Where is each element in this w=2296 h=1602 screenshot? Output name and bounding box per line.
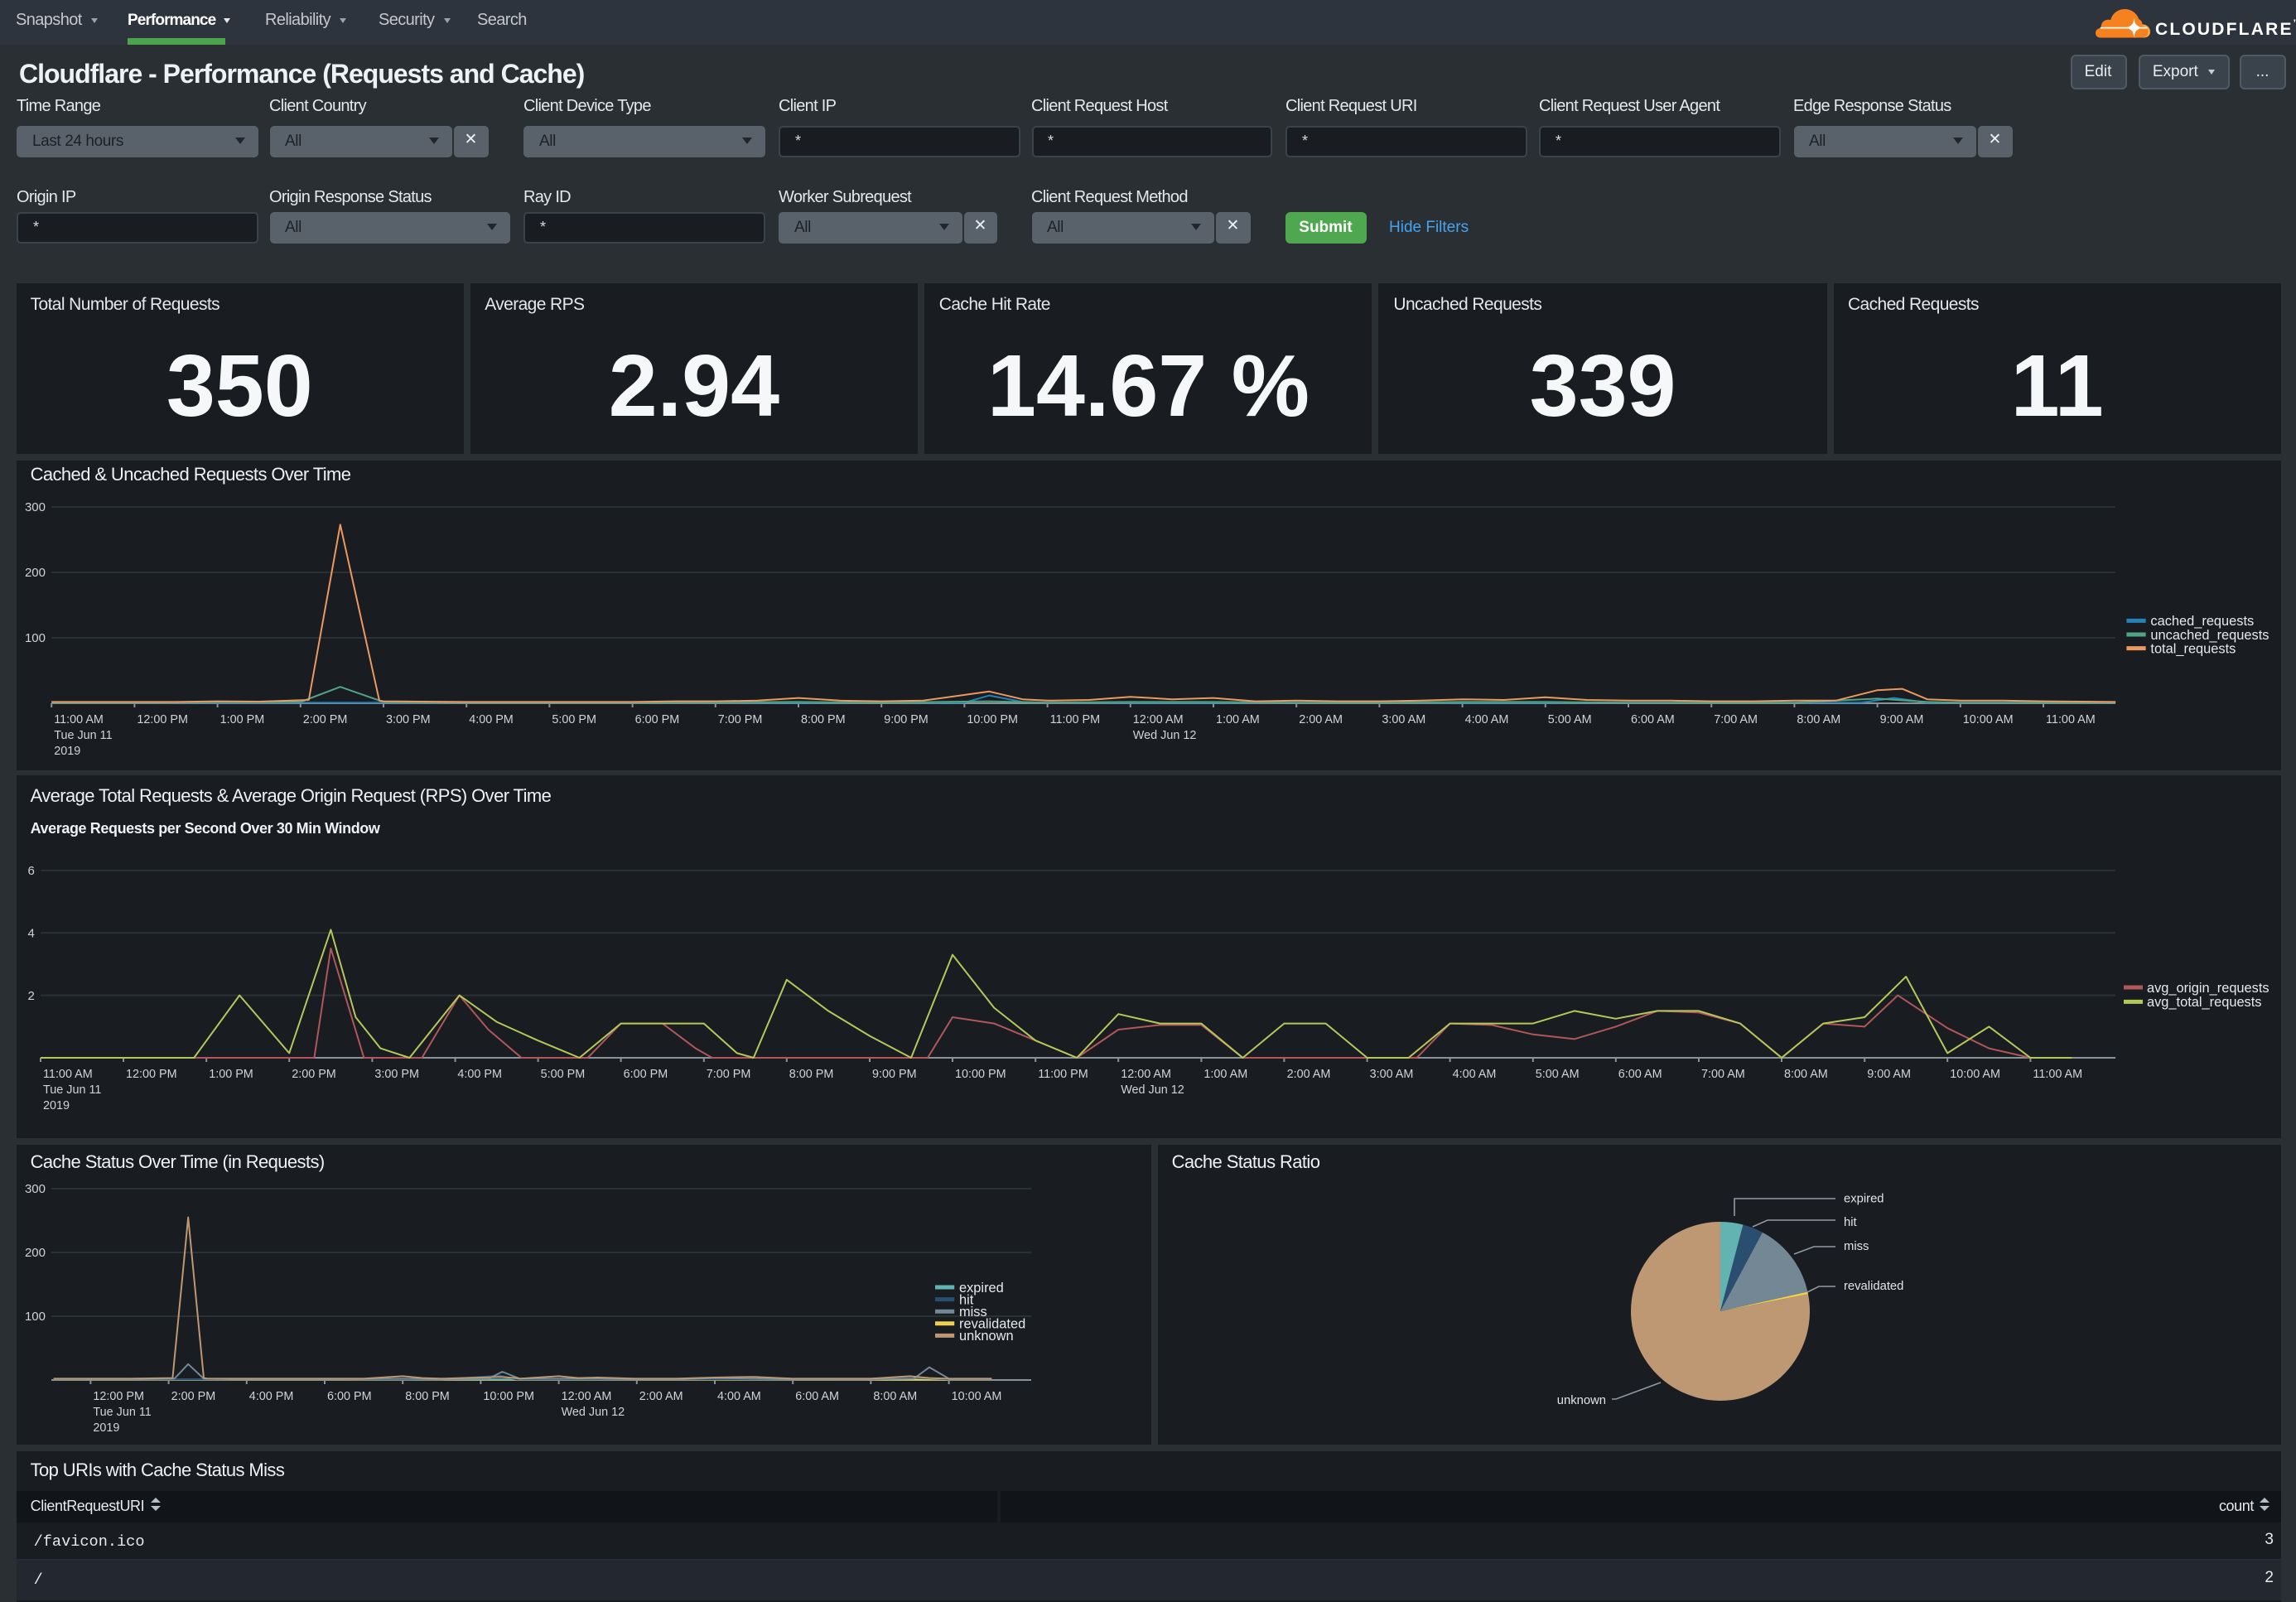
svg-text:200: 200 <box>24 1246 45 1260</box>
svg-text:300: 300 <box>24 500 45 514</box>
svg-text:4:00 PM: 4:00 PM <box>468 713 513 726</box>
svg-text:11:00 AM: 11:00 AM <box>42 1067 92 1080</box>
svg-text:1:00 PM: 1:00 PM <box>208 1067 253 1080</box>
svg-text:3:00 PM: 3:00 PM <box>374 1067 418 1080</box>
svg-text:6:00 AM: 6:00 AM <box>794 1390 838 1403</box>
svg-text:2019: 2019 <box>42 1098 69 1112</box>
svg-text:5:00 PM: 5:00 PM <box>540 1067 585 1080</box>
svg-text:6:00 AM: 6:00 AM <box>1618 1067 1662 1080</box>
svg-text:Wed Jun 12: Wed Jun 12 <box>1132 729 1196 742</box>
svg-text:1:00 PM: 1:00 PM <box>219 713 264 726</box>
svg-text:2:00 PM: 2:00 PM <box>291 1067 335 1080</box>
svg-text:11:00 AM: 11:00 AM <box>2045 713 2095 726</box>
svg-text:10:00 PM: 10:00 PM <box>954 1067 1006 1080</box>
svg-text:11:00 AM: 11:00 AM <box>53 713 103 726</box>
svg-text:2019: 2019 <box>53 745 80 758</box>
svg-text:cached_requests: cached_requests <box>2149 614 2253 629</box>
svg-text:8:00 PM: 8:00 PM <box>789 1067 833 1080</box>
svg-text:4:00 PM: 4:00 PM <box>248 1390 293 1403</box>
svg-text:2: 2 <box>27 988 33 1002</box>
svg-text:11:00 AM: 11:00 AM <box>2032 1067 2081 1080</box>
svg-text:Tue Jun 11: Tue Jun 11 <box>92 1406 150 1419</box>
svg-text:5:00 PM: 5:00 PM <box>551 713 596 726</box>
svg-text:8:00 PM: 8:00 PM <box>800 713 845 726</box>
svg-text:2:00 AM: 2:00 AM <box>1286 1067 1330 1080</box>
svg-text:7:00 AM: 7:00 AM <box>1700 1067 1744 1080</box>
svg-text:7:00 PM: 7:00 PM <box>706 1067 750 1080</box>
svg-text:6:00 AM: 6:00 AM <box>1630 713 1674 726</box>
svg-text:hit: hit <box>1843 1216 1856 1229</box>
svg-text:avg_origin_requests: avg_origin_requests <box>2146 980 2269 995</box>
svg-text:10:00 PM: 10:00 PM <box>482 1390 533 1403</box>
svg-text:miss: miss <box>1843 1240 1868 1253</box>
svg-text:4:00 PM: 4:00 PM <box>456 1067 501 1080</box>
svg-text:12:00 AM: 12:00 AM <box>1132 713 1183 726</box>
svg-text:12:00 PM: 12:00 PM <box>136 713 187 726</box>
svg-text:5:00 AM: 5:00 AM <box>1547 713 1591 726</box>
svg-text:Tue Jun 11: Tue Jun 11 <box>42 1083 100 1096</box>
svg-text:100: 100 <box>24 1310 45 1324</box>
svg-text:9:00 AM: 9:00 AM <box>1866 1067 1910 1080</box>
svg-text:10:00 AM: 10:00 AM <box>1962 713 2013 726</box>
svg-text:12:00 AM: 12:00 AM <box>1120 1067 1170 1080</box>
svg-text:avg_total_requests: avg_total_requests <box>2146 994 2261 1009</box>
svg-text:1:00 AM: 1:00 AM <box>1203 1067 1247 1080</box>
svg-text:uncached_requests: uncached_requests <box>2149 628 2268 643</box>
svg-text:1:00 AM: 1:00 AM <box>1215 713 1259 726</box>
svg-text:10:00 AM: 10:00 AM <box>1949 1067 1999 1080</box>
svg-text:total_requests: total_requests <box>2149 641 2235 656</box>
svg-text:revalidated: revalidated <box>1843 1280 1903 1293</box>
svg-text:Wed Jun 12: Wed Jun 12 <box>1120 1083 1184 1096</box>
svg-text:12:00 AM: 12:00 AM <box>561 1390 611 1403</box>
svg-text:4:00 AM: 4:00 AM <box>1452 1067 1496 1080</box>
svg-text:2:00 AM: 2:00 AM <box>639 1390 683 1403</box>
svg-text:Tue Jun 11: Tue Jun 11 <box>53 729 111 742</box>
svg-text:8:00 AM: 8:00 AM <box>872 1390 916 1403</box>
svg-text:12:00 PM: 12:00 PM <box>125 1067 176 1080</box>
svg-text:4:00 AM: 4:00 AM <box>716 1390 760 1403</box>
svg-text:4: 4 <box>27 925 33 939</box>
svg-text:10:00 AM: 10:00 AM <box>951 1390 1001 1403</box>
svg-text:9:00 PM: 9:00 PM <box>883 713 928 726</box>
svg-text:2:00 PM: 2:00 PM <box>302 713 347 726</box>
svg-text:6:00 PM: 6:00 PM <box>634 713 679 726</box>
svg-text:3:00 PM: 3:00 PM <box>385 713 430 726</box>
svg-text:8:00 AM: 8:00 AM <box>1796 713 1840 726</box>
svg-text:12:00 PM: 12:00 PM <box>92 1390 143 1403</box>
svg-text:8:00 PM: 8:00 PM <box>404 1390 449 1403</box>
svg-text:6:00 PM: 6:00 PM <box>326 1390 371 1403</box>
svg-text:7:00 PM: 7:00 PM <box>717 713 762 726</box>
svg-text:9:00 AM: 9:00 AM <box>1879 713 1923 726</box>
svg-text:expired: expired <box>1843 1193 1884 1206</box>
svg-text:9:00 PM: 9:00 PM <box>871 1067 916 1080</box>
svg-text:2019: 2019 <box>92 1421 118 1435</box>
svg-text:unknown: unknown <box>958 1329 1013 1344</box>
svg-text:100: 100 <box>24 631 45 645</box>
svg-text:5:00 AM: 5:00 AM <box>1535 1067 1579 1080</box>
svg-text:2:00 AM: 2:00 AM <box>1298 713 1342 726</box>
svg-text:200: 200 <box>24 566 45 580</box>
svg-text:300: 300 <box>24 1182 45 1196</box>
svg-text:unknown: unknown <box>1556 1394 1605 1407</box>
svg-text:7:00 AM: 7:00 AM <box>1713 713 1757 726</box>
svg-text:3:00 AM: 3:00 AM <box>1369 1067 1413 1080</box>
svg-text:6:00 PM: 6:00 PM <box>623 1067 668 1080</box>
svg-text:2:00 PM: 2:00 PM <box>171 1390 215 1403</box>
svg-text:4:00 AM: 4:00 AM <box>1464 713 1508 726</box>
svg-text:11:00 PM: 11:00 PM <box>1037 1067 1088 1080</box>
svg-text:6: 6 <box>27 863 33 877</box>
svg-text:8:00 AM: 8:00 AM <box>1783 1067 1827 1080</box>
svg-text:10:00 PM: 10:00 PM <box>966 713 1017 726</box>
svg-text:Wed Jun 12: Wed Jun 12 <box>561 1406 625 1419</box>
svg-text:11:00 PM: 11:00 PM <box>1049 713 1100 726</box>
svg-text:3:00 AM: 3:00 AM <box>1381 713 1425 726</box>
